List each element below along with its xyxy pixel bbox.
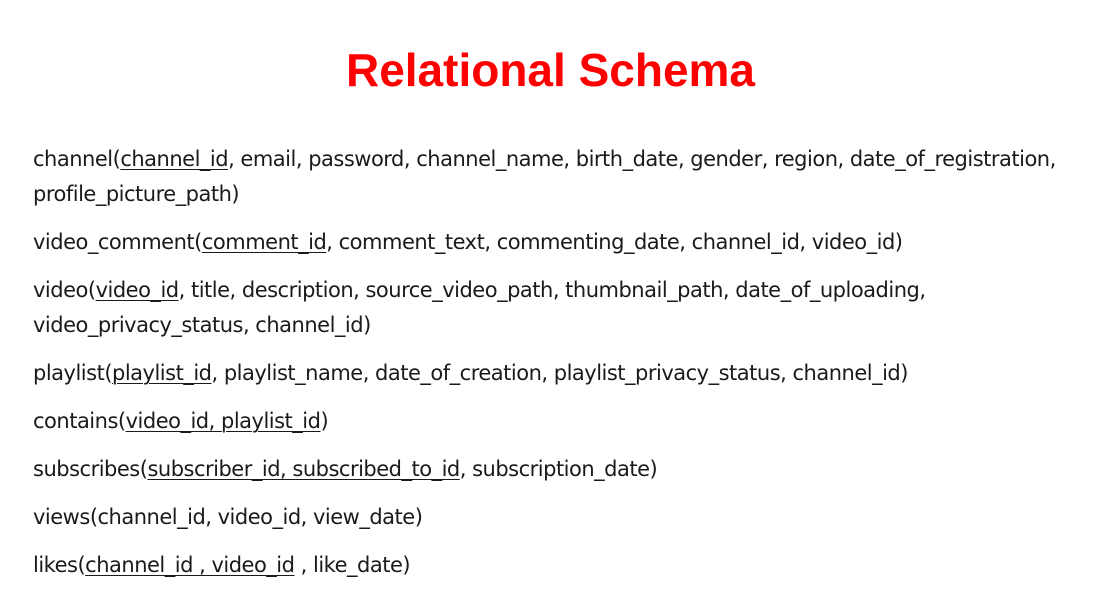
relation-name: channel — [33, 147, 113, 171]
primary-key: video_id — [95, 278, 180, 302]
relation-channel: channel(channel_id, email, password, cha… — [33, 142, 1093, 212]
relation-attributes: ) — [320, 409, 329, 433]
relation-subscribes: subscribes(subscriber_id, subscribed_to_… — [33, 452, 1093, 487]
primary-key: playlist_id — [112, 361, 212, 385]
slide-title: Relational Schema — [345, 44, 756, 96]
relation-attributes: , playlist_name, date_of_creation, playl… — [211, 361, 909, 385]
relation-open-paren: ( — [87, 278, 96, 302]
relation-name: video — [33, 278, 88, 302]
primary-key: channel_id — [120, 147, 229, 171]
relation-open-paren: ( — [117, 409, 126, 433]
relation-playlist: playlist(playlist_id, playlist_name, dat… — [33, 356, 1093, 391]
relation-video-comment: video_comment(comment_id, comment_text, … — [33, 225, 1093, 260]
relation-attributes: (channel_id, video_id, view_date) — [89, 505, 423, 529]
primary-key: video_id, playlist_id — [125, 409, 321, 433]
relation-name: views — [33, 505, 90, 529]
relation-attributes: , comment_text, commenting_date, channel… — [326, 230, 903, 254]
relation-open-paren: ( — [77, 553, 86, 577]
relation-open-paren: ( — [104, 361, 113, 385]
relation-contains: contains(video_id, playlist_id) — [33, 404, 1093, 439]
relation-likes: likes(channel_id , video_id , like_date) — [33, 548, 1093, 583]
relation-open-paren: ( — [194, 230, 202, 254]
relation-attributes: , like_date) — [294, 553, 411, 577]
relation-name: likes — [33, 553, 78, 577]
relation-video: video(video_id, title, description, sour… — [33, 273, 1093, 343]
relation-name: subscribes — [33, 457, 140, 481]
schema-list: channel(channel_id, email, password, cha… — [33, 142, 1093, 596]
relation-name: playlist — [33, 361, 105, 385]
relation-attributes: , subscription_date) — [459, 457, 658, 481]
relation-name: contains — [33, 409, 118, 433]
relation-name: video_comment — [33, 230, 195, 254]
primary-key: comment_id — [201, 230, 327, 254]
primary-key: subscriber_id, subscribed_to_id — [147, 457, 460, 481]
relation-views: views(channel_id, video_id, view_date) — [33, 500, 1093, 535]
primary-key: channel_id , video_id — [85, 553, 295, 577]
slide: Relational Schema channel(channel_id, em… — [0, 0, 1101, 606]
